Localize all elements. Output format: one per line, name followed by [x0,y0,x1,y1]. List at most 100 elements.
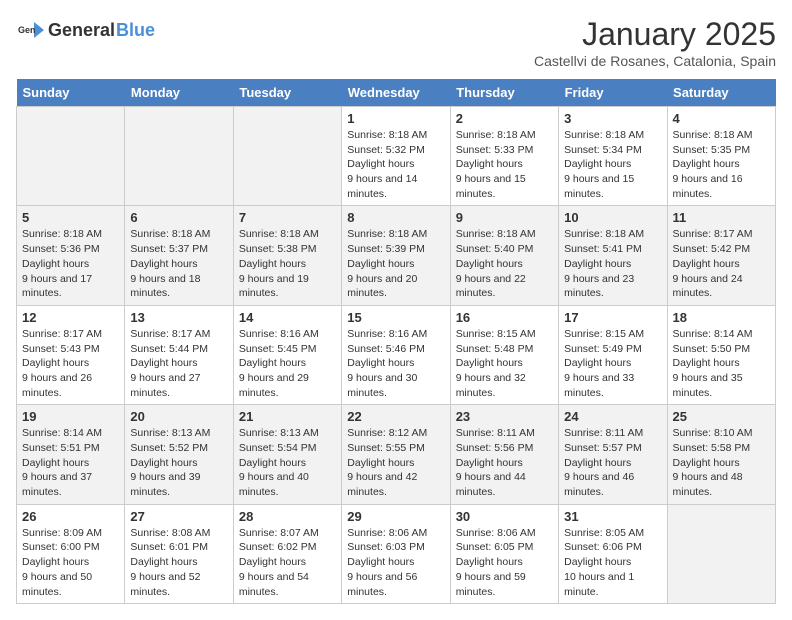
day-number: 9 [456,210,553,225]
calendar-cell: 31 Sunrise: 8:05 AMSunset: 6:06 PMDayligh… [559,504,667,603]
calendar-cell: 15 Sunrise: 8:16 AMSunset: 5:46 PMDayligh… [342,305,450,404]
calendar-subtitle: Castellvi de Rosanes, Catalonia, Spain [534,53,776,69]
weekday-header-row: SundayMondayTuesdayWednesdayThursdayFrid… [17,79,776,107]
calendar-cell: 25Sunrise: 8:10 AMSunset: 5:58 PMDayligh… [667,405,775,504]
calendar-cell: 28Sunrise: 8:07 AMSunset: 6:02 PMDayligh… [233,504,341,603]
week-row-5: 26 Sunrise: 8:09 AMSunset: 6:00 PMDayligh… [17,504,776,603]
weekday-header-saturday: Saturday [667,79,775,107]
day-number: 31 [564,509,661,524]
calendar-cell: 13Sunrise: 8:17 AMSunset: 5:44 PMDayligh… [125,305,233,404]
svg-text:Gen: Gen [18,25,36,35]
day-info: Sunrise: 8:15 AMSunset: 5:48 PMDaylight … [456,327,553,400]
day-number: 26 [22,509,119,524]
calendar-cell: 8Sunrise: 8:18 AMSunset: 5:39 PMDaylight… [342,206,450,305]
day-info: Sunrise: 8:13 AMSunset: 5:52 PMDaylight … [130,426,227,499]
day-number: 21 [239,409,336,424]
day-info: Sunrise: 8:18 AMSunset: 5:36 PMDaylight … [22,227,119,300]
week-row-1: 1 Sunrise: 8:18 AMSunset: 5:32 PMDaylight… [17,107,776,206]
logo-icon: Gen [16,16,44,44]
day-number: 6 [130,210,227,225]
day-number: 3 [564,111,661,126]
day-number: 18 [673,310,770,325]
day-info: Sunrise: 8:14 AMSunset: 5:51 PMDaylight … [22,426,119,499]
day-number: 4 [673,111,770,126]
calendar-cell: 22Sunrise: 8:12 AMSunset: 5:55 PMDayligh… [342,405,450,504]
calendar-cell [667,504,775,603]
day-number: 28 [239,509,336,524]
calendar-cell: 19 Sunrise: 8:14 AMSunset: 5:51 PMDayligh… [17,405,125,504]
day-number: 15 [347,310,444,325]
day-number: 10 [564,210,661,225]
calendar-cell: 9 Sunrise: 8:18 AMSunset: 5:40 PMDaylight… [450,206,558,305]
calendar-cell: 29 Sunrise: 8:06 AMSunset: 6:03 PMDayligh… [342,504,450,603]
weekday-header-thursday: Thursday [450,79,558,107]
title-area: January 2025 Castellvi de Rosanes, Catal… [534,16,776,69]
day-number: 22 [347,409,444,424]
calendar-cell: 10 Sunrise: 8:18 AMSunset: 5:41 PMDayligh… [559,206,667,305]
day-number: 5 [22,210,119,225]
day-info: Sunrise: 8:13 AMSunset: 5:54 PMDaylight … [239,426,336,499]
day-info: Sunrise: 8:18 AMSunset: 5:41 PMDaylight … [564,227,661,300]
day-info: Sunrise: 8:18 AMSunset: 5:34 PMDaylight … [564,128,661,201]
day-info: Sunrise: 8:15 AMSunset: 5:49 PMDaylight … [564,327,661,400]
week-row-2: 5 Sunrise: 8:18 AMSunset: 5:36 PMDaylight… [17,206,776,305]
logo-general-text: General [48,20,115,41]
day-number: 24 [564,409,661,424]
day-info: Sunrise: 8:18 AMSunset: 5:38 PMDaylight … [239,227,336,300]
calendar-cell: 24 Sunrise: 8:11 AMSunset: 5:57 PMDayligh… [559,405,667,504]
day-info: Sunrise: 8:05 AMSunset: 6:06 PMDaylight … [564,526,661,599]
calendar-cell: 7 Sunrise: 8:18 AMSunset: 5:38 PMDaylight… [233,206,341,305]
day-number: 14 [239,310,336,325]
day-info: Sunrise: 8:11 AMSunset: 5:56 PMDaylight … [456,426,553,499]
day-info: Sunrise: 8:16 AMSunset: 5:46 PMDaylight … [347,327,444,400]
calendar-cell: 23 Sunrise: 8:11 AMSunset: 5:56 PMDayligh… [450,405,558,504]
calendar-cell: 20 Sunrise: 8:13 AMSunset: 5:52 PMDayligh… [125,405,233,504]
day-number: 13 [130,310,227,325]
calendar-cell: 18 Sunrise: 8:14 AMSunset: 5:50 PMDayligh… [667,305,775,404]
day-info: Sunrise: 8:11 AMSunset: 5:57 PMDaylight … [564,426,661,499]
calendar-cell: 2Sunrise: 8:18 AMSunset: 5:33 PMDaylight… [450,107,558,206]
day-number: 1 [347,111,444,126]
calendar-cell [125,107,233,206]
day-info: Sunrise: 8:09 AMSunset: 6:00 PMDaylight … [22,526,119,599]
day-info: Sunrise: 8:14 AMSunset: 5:50 PMDaylight … [673,327,770,400]
calendar-cell [17,107,125,206]
day-number: 29 [347,509,444,524]
calendar-cell: 27Sunrise: 8:08 AMSunset: 6:01 PMDayligh… [125,504,233,603]
weekday-header-wednesday: Wednesday [342,79,450,107]
calendar-cell: 26 Sunrise: 8:09 AMSunset: 6:00 PMDayligh… [17,504,125,603]
day-number: 23 [456,409,553,424]
day-info: Sunrise: 8:18 AMSunset: 5:33 PMDaylight … [456,128,553,201]
day-info: Sunrise: 8:18 AMSunset: 5:32 PMDaylight … [347,128,444,201]
day-number: 30 [456,509,553,524]
calendar-cell: 12 Sunrise: 8:17 AMSunset: 5:43 PMDayligh… [17,305,125,404]
calendar-cell: 30 Sunrise: 8:06 AMSunset: 6:05 PMDayligh… [450,504,558,603]
calendar-table: SundayMondayTuesdayWednesdayThursdayFrid… [16,79,776,604]
day-info: Sunrise: 8:06 AMSunset: 6:03 PMDaylight … [347,526,444,599]
calendar-cell [233,107,341,206]
day-number: 17 [564,310,661,325]
calendar-cell: 21 Sunrise: 8:13 AMSunset: 5:54 PMDayligh… [233,405,341,504]
day-number: 7 [239,210,336,225]
day-number: 20 [130,409,227,424]
week-row-3: 12 Sunrise: 8:17 AMSunset: 5:43 PMDayligh… [17,305,776,404]
weekday-header-friday: Friday [559,79,667,107]
weekday-header-monday: Monday [125,79,233,107]
calendar-cell: 16 Sunrise: 8:15 AMSunset: 5:48 PMDayligh… [450,305,558,404]
calendar-cell: 11Sunrise: 8:17 AMSunset: 5:42 PMDayligh… [667,206,775,305]
day-number: 16 [456,310,553,325]
calendar-cell: 5 Sunrise: 8:18 AMSunset: 5:36 PMDaylight… [17,206,125,305]
day-number: 19 [22,409,119,424]
calendar-cell: 6Sunrise: 8:18 AMSunset: 5:37 PMDaylight… [125,206,233,305]
day-info: Sunrise: 8:18 AMSunset: 5:40 PMDaylight … [456,227,553,300]
calendar-cell: 17 Sunrise: 8:15 AMSunset: 5:49 PMDayligh… [559,305,667,404]
day-info: Sunrise: 8:08 AMSunset: 6:01 PMDaylight … [130,526,227,599]
calendar-cell: 14Sunrise: 8:16 AMSunset: 5:45 PMDayligh… [233,305,341,404]
day-info: Sunrise: 8:06 AMSunset: 6:05 PMDaylight … [456,526,553,599]
day-info: Sunrise: 8:17 AMSunset: 5:43 PMDaylight … [22,327,119,400]
day-number: 12 [22,310,119,325]
page-header: Gen General Blue January 2025 Castellvi … [16,16,776,69]
calendar-cell: 3 Sunrise: 8:18 AMSunset: 5:34 PMDaylight… [559,107,667,206]
calendar-cell: 4Sunrise: 8:18 AMSunset: 5:35 PMDaylight… [667,107,775,206]
calendar-cell: 1 Sunrise: 8:18 AMSunset: 5:32 PMDaylight… [342,107,450,206]
